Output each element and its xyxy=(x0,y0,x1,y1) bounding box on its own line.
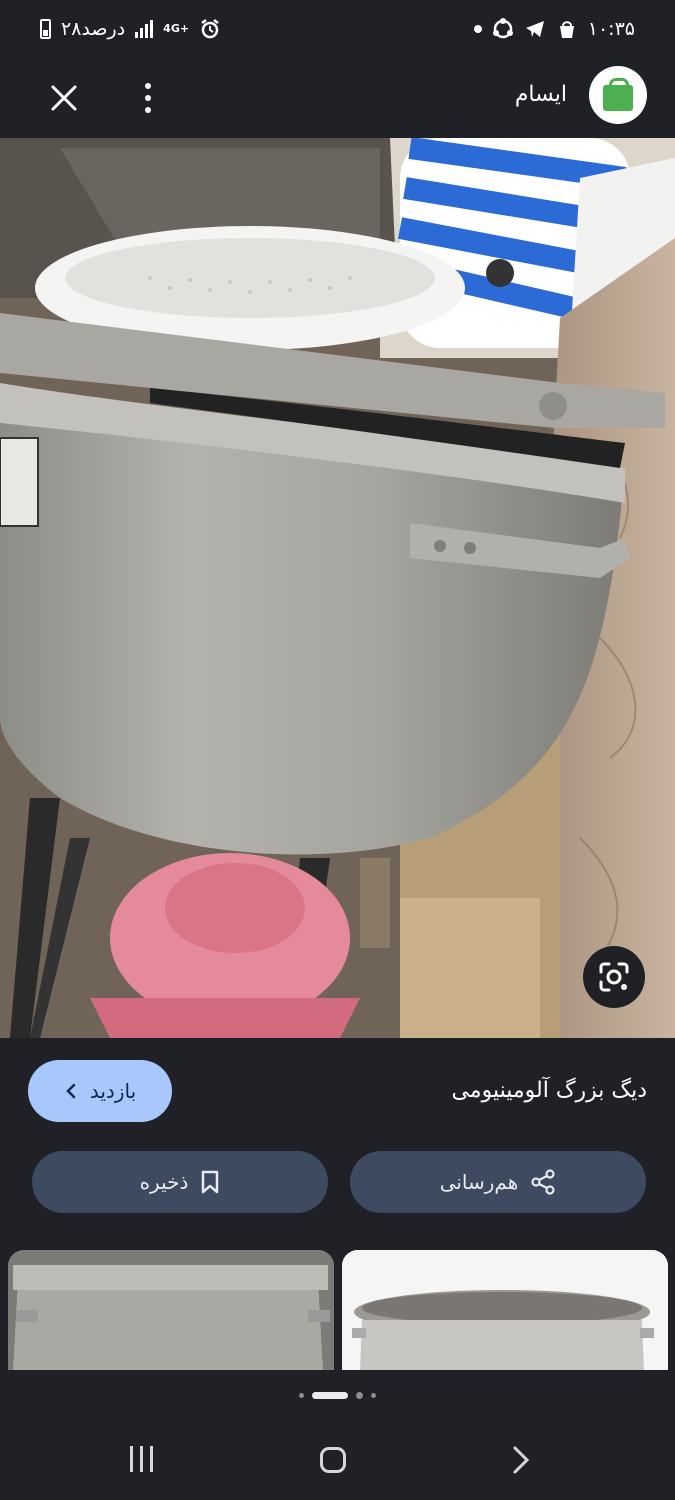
more-dot xyxy=(145,107,151,113)
battery-text: ۲۸درصد xyxy=(61,18,126,40)
lens-search-button[interactable] xyxy=(583,946,645,1008)
more-options-button[interactable] xyxy=(128,76,168,120)
status-right: ۱۰:۳۵ xyxy=(473,18,635,40)
shopping-bag-icon xyxy=(559,21,574,38)
network-type: 4G+ xyxy=(163,22,190,35)
share-label: هم‌رسانی xyxy=(439,1170,519,1194)
share-icon xyxy=(531,1169,555,1195)
telegram-icon xyxy=(525,21,544,37)
status-left: ۲۸درصد 4G+ xyxy=(40,18,221,40)
alarm-icon xyxy=(201,19,219,39)
page-dot xyxy=(356,1391,363,1399)
related-image-thumbnail[interactable] xyxy=(8,1250,334,1370)
recents-bar xyxy=(130,1446,133,1472)
recents-bar xyxy=(150,1446,153,1472)
close-icon[interactable] xyxy=(44,78,84,118)
product-image[interactable] xyxy=(0,138,675,1038)
notification-dot-icon xyxy=(473,25,482,33)
page-dot xyxy=(299,1392,304,1398)
back-button[interactable] xyxy=(505,1444,537,1476)
page-dot-active xyxy=(312,1391,348,1399)
system-nav-bar xyxy=(0,1420,675,1500)
bookmark-icon xyxy=(202,1170,219,1194)
save-button[interactable]: ذخیره xyxy=(32,1151,328,1213)
page-indicator xyxy=(0,1370,675,1420)
site-name[interactable]: ایسام xyxy=(515,82,567,107)
recents-button[interactable] xyxy=(130,1446,153,1472)
visit-label: بازدید xyxy=(89,1079,137,1103)
share-button[interactable]: هم‌رسانی xyxy=(350,1151,646,1213)
site-logo[interactable] xyxy=(589,66,647,124)
home-button[interactable] xyxy=(320,1447,346,1473)
status-bar: ۲۸درصد 4G+ ۱۰:۳۵ xyxy=(0,0,675,58)
recents-bar xyxy=(140,1446,143,1472)
top-bar: ایسام xyxy=(0,58,675,138)
lens-icon xyxy=(599,962,629,992)
related-image-thumbnail[interactable] xyxy=(342,1250,668,1370)
page-dot xyxy=(371,1392,376,1398)
sync-icon xyxy=(492,18,513,39)
save-label: ذخیره xyxy=(139,1170,189,1194)
more-dot xyxy=(145,95,151,101)
clock: ۱۰:۳۵ xyxy=(587,18,635,40)
more-dot xyxy=(145,83,151,89)
battery-icon xyxy=(40,19,51,39)
shopping-bag-logo-icon xyxy=(603,78,633,111)
chevron-left-icon xyxy=(66,1083,76,1099)
product-title: دیگ بزرگ آلومینیومی xyxy=(451,1078,647,1103)
visit-button[interactable]: بازدید xyxy=(28,1060,172,1122)
signal-icon xyxy=(135,20,154,38)
